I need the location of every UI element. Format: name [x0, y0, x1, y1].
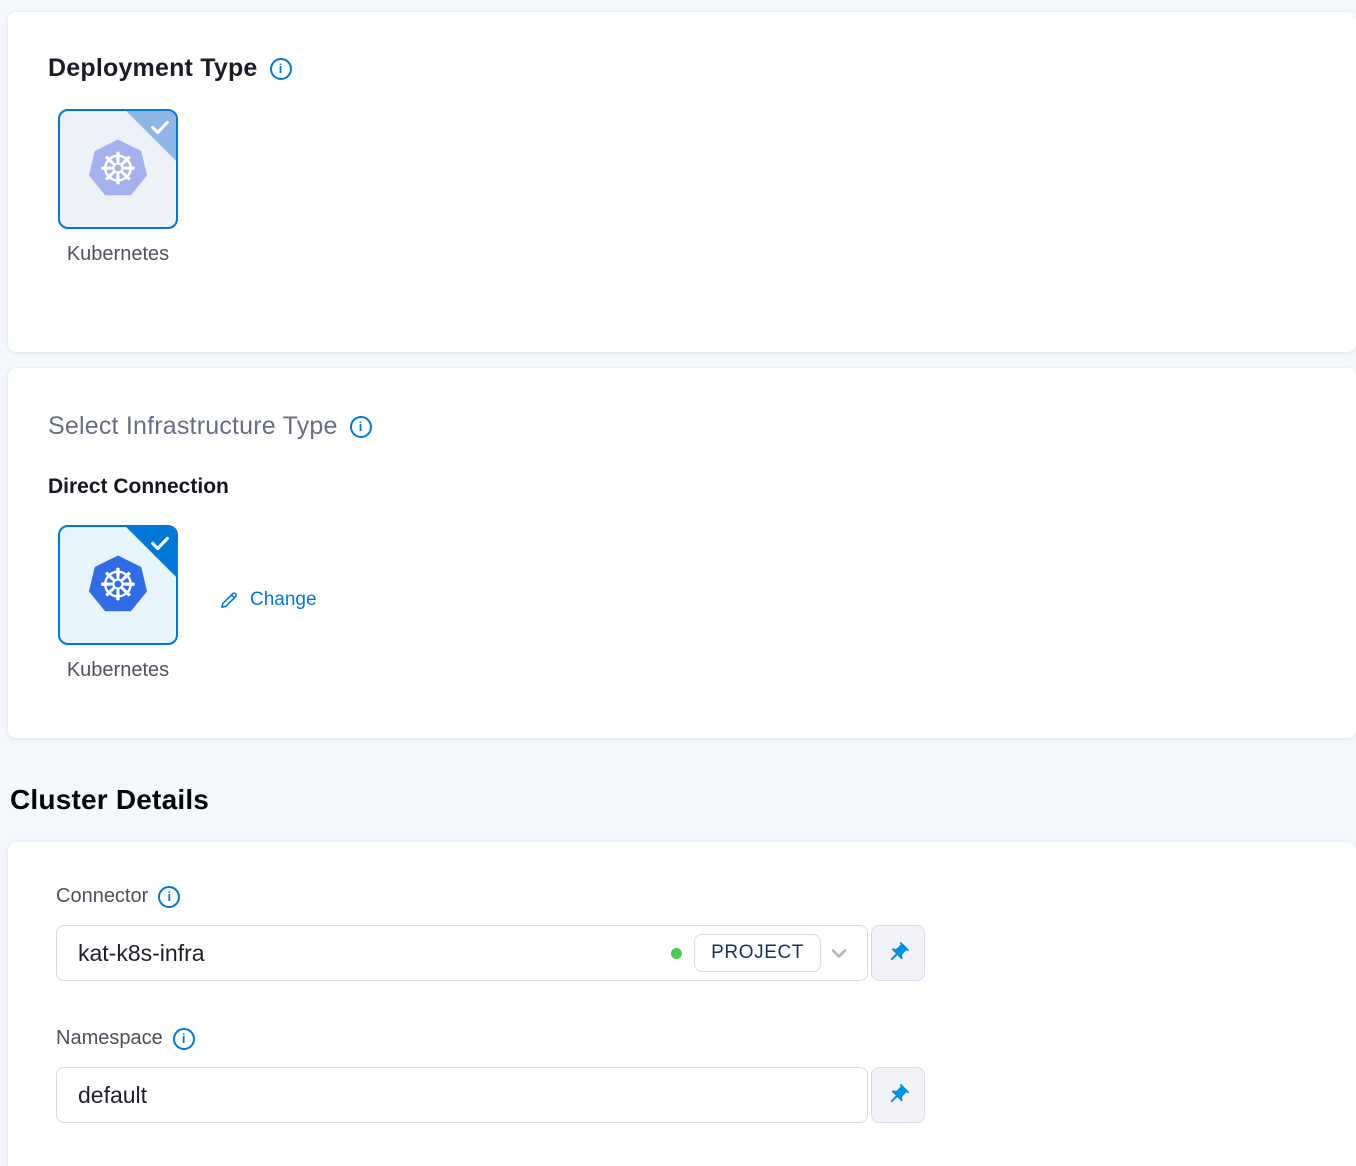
namespace-input[interactable] — [78, 1082, 851, 1109]
connector-input[interactable] — [78, 940, 671, 967]
chevron-down-icon[interactable] — [827, 941, 851, 965]
connector-status-dot — [671, 948, 682, 959]
deployment-option-kubernetes[interactable]: ☸ — [58, 109, 178, 229]
info-icon[interactable]: i — [158, 886, 180, 908]
deployment-option-label: Kubernetes — [58, 243, 178, 266]
infrastructure-type-title: Select Infrastructure Type — [48, 412, 338, 441]
deployment-type-card: Deployment Type i ☸ Kubernetes — [8, 12, 1356, 352]
check-icon — [149, 532, 171, 554]
direct-connection-label: Direct Connection — [48, 475, 1356, 499]
pin-icon — [883, 938, 913, 968]
infrastructure-option-label: Kubernetes — [58, 659, 178, 682]
info-icon[interactable]: i — [350, 416, 372, 438]
infrastructure-option-kubernetes[interactable]: ☸ — [58, 525, 178, 645]
deployment-type-title: Deployment Type — [48, 54, 258, 83]
check-icon — [149, 116, 171, 138]
cluster-details-card: Connector i PROJECT Namespace i — [8, 842, 1356, 1166]
infrastructure-type-card: Select Infrastructure Type i Direct Conn… — [8, 368, 1356, 738]
kubernetes-icon: ☸ — [85, 553, 151, 617]
info-icon[interactable]: i — [270, 58, 292, 80]
edit-pencil-icon — [218, 589, 240, 611]
change-label: Change — [250, 589, 317, 611]
cluster-details-heading: Cluster Details — [10, 784, 1356, 816]
connector-pin-button[interactable] — [871, 925, 925, 981]
connector-field: PROJECT — [56, 925, 868, 981]
info-icon[interactable]: i — [173, 1028, 195, 1050]
pin-icon — [883, 1080, 913, 1110]
namespace-pin-button[interactable] — [871, 1067, 925, 1123]
connector-label: Connector — [56, 885, 148, 908]
change-button[interactable]: Change — [218, 589, 317, 611]
connector-scope-badge: PROJECT — [694, 934, 821, 972]
namespace-label: Namespace — [56, 1027, 163, 1050]
namespace-field — [56, 1067, 868, 1123]
kubernetes-icon: ☸ — [85, 137, 151, 201]
